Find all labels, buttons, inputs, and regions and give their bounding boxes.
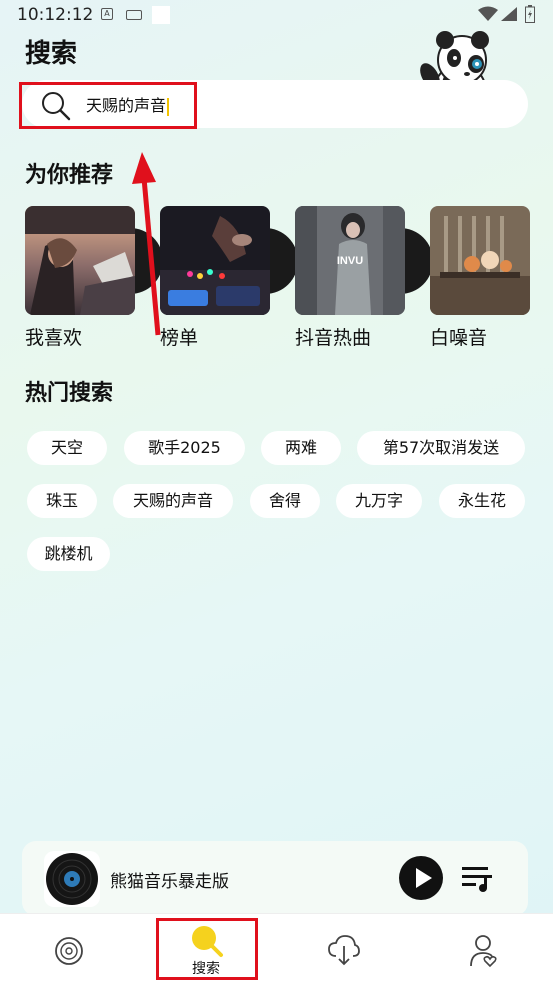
recommend-cover: INVU — [295, 206, 405, 315]
recommend-cover — [25, 206, 135, 315]
recommend-cover — [430, 206, 530, 315]
play-button[interactable] — [399, 856, 443, 900]
recommend-label: 我喜欢 — [25, 327, 83, 349]
hot-tag[interactable]: 天空 — [27, 431, 107, 465]
recommend-card-favorites[interactable]: 我喜欢 — [25, 206, 163, 350]
user-heart-icon — [470, 935, 497, 968]
nav-download[interactable] — [293, 914, 393, 984]
hot-tag[interactable]: 天赐的声音 — [113, 484, 233, 518]
recommend-label: 白噪音 — [430, 327, 488, 349]
vinyl-record-icon — [46, 853, 98, 905]
recommend-label: 榜单 — [160, 327, 199, 349]
recommend-card-white-noise[interactable]: 白噪音 — [430, 206, 542, 350]
hot-tag[interactable]: 两难 — [261, 431, 341, 465]
hot-tag[interactable]: 跳楼机 — [27, 537, 110, 571]
keyboard-icon — [126, 10, 142, 20]
signal-icon — [501, 7, 517, 21]
recommend-label: 抖音热曲 — [295, 327, 372, 349]
font-notification-icon: A — [101, 8, 113, 20]
cover-text: INVU — [337, 255, 363, 267]
annotation-box-search — [19, 82, 197, 129]
battery-icon — [525, 5, 535, 23]
blank-notification-icon — [152, 6, 170, 24]
recommend-card-douyin[interactable]: INVU 抖音热曲 — [295, 206, 433, 350]
hot-tag[interactable]: 永生花 — [439, 484, 525, 518]
hot-tag[interactable]: 第57次取消发送 — [357, 431, 525, 465]
playlist-icon[interactable] — [460, 863, 494, 893]
wifi-icon — [478, 6, 498, 21]
recommend-section-title: 为你推荐 — [25, 163, 114, 188]
status-time: 10:12:12 — [17, 5, 94, 25]
play-icon — [416, 868, 432, 888]
album-art — [44, 851, 100, 907]
player-track-title: 熊猫音乐暴走版 — [110, 872, 229, 892]
hot-tag[interactable]: 歌手2025 — [124, 431, 245, 465]
mini-player[interactable]: 熊猫音乐暴走版 — [22, 841, 528, 916]
recommend-card-charts[interactable]: 榜单 — [160, 206, 298, 350]
hot-tag[interactable]: 舍得 — [250, 484, 320, 518]
annotation-box-search-tab — [156, 918, 258, 980]
recommend-cover — [160, 206, 270, 315]
nav-music[interactable] — [18, 914, 118, 984]
hot-search-section-title: 热门搜索 — [25, 381, 114, 406]
music-disc-icon — [55, 937, 83, 965]
nav-profile[interactable] — [432, 914, 532, 984]
bottom-nav: 搜索 — [0, 913, 553, 984]
hot-tag[interactable]: 九万字 — [336, 484, 422, 518]
hot-tag[interactable]: 珠玉 — [27, 484, 97, 518]
page-title: 搜索 — [25, 39, 78, 69]
cloud-download-icon — [328, 935, 360, 966]
